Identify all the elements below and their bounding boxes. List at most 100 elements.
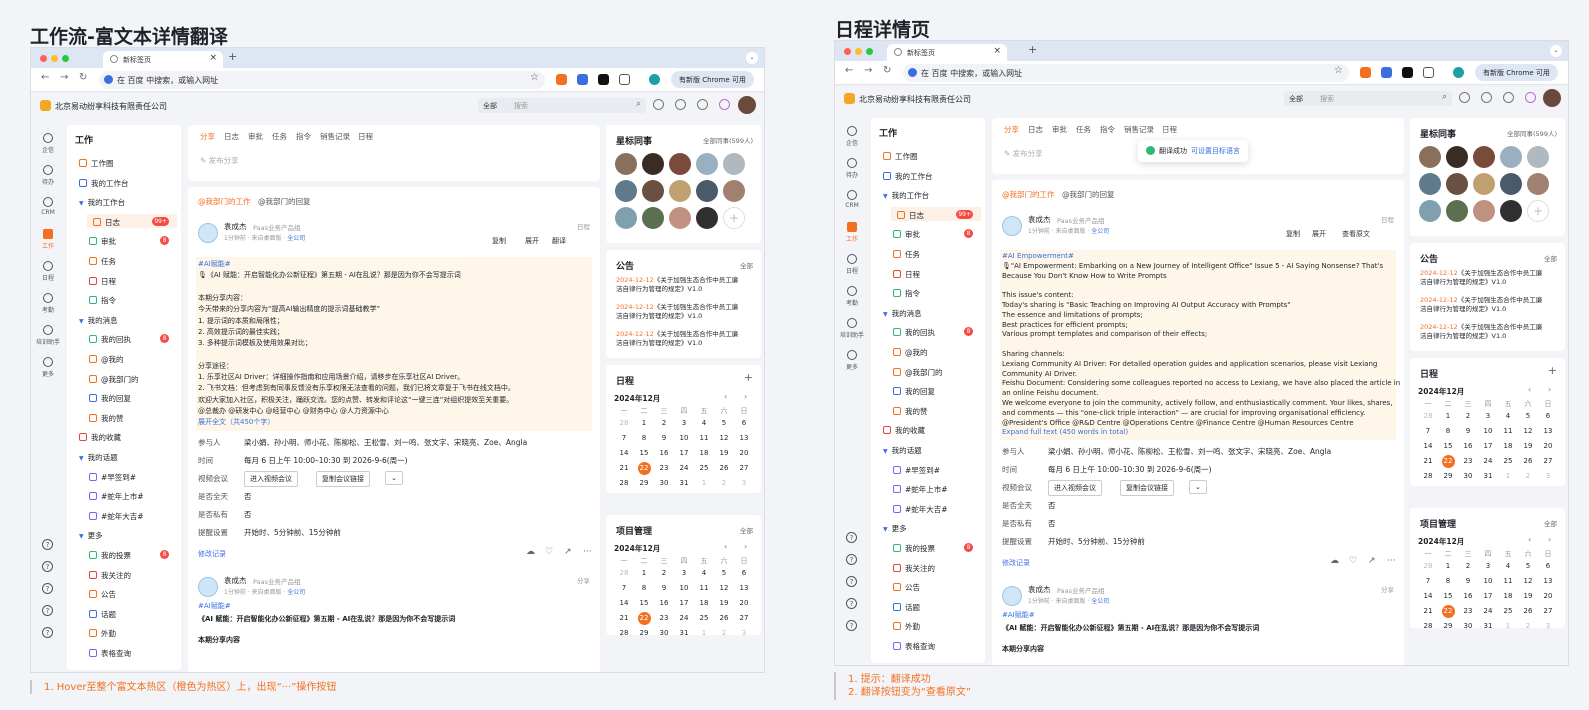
like-icon[interactable]: ♡ [545,547,553,557]
calendar-day[interactable]: 22 [1441,605,1455,618]
feed-tab-4[interactable]: 指令 [296,131,311,142]
add-colleague-button[interactable]: + [723,207,745,229]
notice-item[interactable]: 2024-12-12《关于加强生态合作中员工廉 洁自律行为管理的规定》V1.0 [616,276,756,294]
app-icon[interactable] [1525,92,1536,103]
help-icon[interactable]: ? [42,561,53,572]
new-chrome-button[interactable]: 有新版 Chrome 可用 [1475,64,1558,81]
calendar-day[interactable]: 3 [1478,562,1498,570]
post-author[interactable]: 袁成杰 [1028,584,1051,595]
side-nav-item[interactable]: 我的回复 [891,383,981,397]
filter-my-dept-work[interactable]: @我部门的工作 [198,196,251,207]
puzzle-icon[interactable] [619,74,630,85]
side-nav-item[interactable]: ▼ 我的话题 [881,442,981,456]
close-tab-icon[interactable]: × [993,46,1001,56]
notice-item[interactable]: 2024-12-12《关于加强生态合作中员工廉 洁自律行为管理的规定》V1.0 [616,303,756,321]
feed-tab-4[interactable]: 指令 [1100,124,1115,135]
calendar-day[interactable]: 18 [1498,442,1518,450]
calendar-day[interactable]: 25 [694,614,714,622]
copy-meeting-link-button[interactable]: 复制会议链接 [316,470,370,487]
colleague-avatar[interactable] [669,153,691,175]
calendar-day[interactable]: 5 [1518,412,1538,420]
side-nav-item[interactable]: 公告 [87,586,177,600]
browser-tab[interactable]: 新标签页 × [103,51,223,68]
side-nav-item[interactable]: #蛇年大吉# [87,508,177,522]
calendar-day[interactable]: 31 [1478,472,1498,480]
calendar-day[interactable]: 26 [1518,607,1538,615]
post-scope[interactable]: 全公司 [287,235,305,242]
filter-my-dept-work[interactable]: @我部门的工作 [1002,189,1055,200]
like-icon[interactable]: ♡ [1349,556,1357,566]
message-icon[interactable] [653,99,664,110]
tab-search-button[interactable]: ⌄ [1550,45,1562,57]
post-hashtag[interactable]: #AI赋能# [198,601,231,611]
expand-button[interactable]: 展开 [521,234,543,248]
calendar-day[interactable]: 14 [1418,592,1438,600]
next-month-icon[interactable]: › [744,542,747,551]
calendar-day[interactable]: 13 [1538,577,1558,585]
global-search[interactable]: 全部 搜索 ⌕ [478,98,646,113]
next-month-icon[interactable]: › [1548,535,1551,544]
side-nav-item[interactable]: 工作圈 [881,148,981,162]
translate-extension-icon[interactable] [577,74,588,85]
side-nav-item[interactable]: 我的赞 [891,403,981,417]
calendar-day[interactable]: 21 [614,614,634,622]
calendar-day[interactable]: 10 [1478,427,1498,435]
side-nav-item[interactable]: 审批 8 [891,226,981,240]
calendar-day[interactable]: 27 [1538,457,1558,465]
calendar-day[interactable]: 2 [1458,562,1478,570]
bookmark-star-icon[interactable]: ☆ [1334,65,1343,76]
side-nav-item[interactable]: 公告 [891,579,981,593]
calendar-day[interactable]: 12 [1518,427,1538,435]
calendar-day[interactable]: 18 [694,599,714,607]
side-nav-item[interactable]: 日志 99+ [87,213,177,228]
add-icon[interactable]: + [1548,364,1557,377]
feed-tab-0[interactable]: 分享 [200,131,215,142]
rich-text-line[interactable]: #AI Empowerment# [1002,252,1074,260]
calendar-day[interactable]: 9 [654,434,674,442]
colleague-avatar[interactable] [1419,200,1441,222]
back-icon[interactable]: ← [845,65,853,76]
calendar-day[interactable]: 1 [694,479,714,487]
bell-icon[interactable] [1481,92,1492,103]
rich-text-line[interactable]: 展开全文（共450个字） [198,417,274,427]
calendar-day[interactable]: 27 [734,614,754,622]
calendar-day[interactable]: 1 [634,569,654,577]
side-nav-item[interactable]: 我的回复 [87,390,177,404]
colleague-avatar[interactable] [642,180,664,202]
calendar-day[interactable]: 2 [1518,472,1538,480]
card-more-link[interactable]: 全部同事(599人) [703,135,753,145]
calendar-day[interactable]: 31 [674,479,694,487]
calendar-day[interactable]: 8 [634,584,654,592]
side-nav-item[interactable]: 审批 8 [87,233,177,247]
calendar-day[interactable]: 8 [1438,577,1458,585]
calendar-day[interactable]: 26 [714,614,734,622]
side-nav-item[interactable]: ▼ 我的消息 [881,305,981,319]
calendar-day[interactable]: 17 [674,449,694,457]
calendar-day[interactable]: 1 [634,419,654,427]
puzzle-icon[interactable] [1423,67,1434,78]
card-more-link[interactable]: 全部 [1544,518,1557,528]
side-nav-item[interactable]: #蛇年上市# [891,481,981,495]
calendar-day[interactable]: 16 [1458,442,1478,450]
calendar-day[interactable]: 6 [1538,562,1558,570]
search-icon[interactable]: ⌕ [636,99,641,109]
compose-input[interactable]: ✎ 发布分享 [1004,148,1043,159]
calendar-day[interactable]: 20 [734,449,754,457]
bookmark-star-icon[interactable]: ☆ [530,72,539,83]
extension-icon[interactable] [1402,67,1413,78]
side-nav-item[interactable]: ▼ 我的消息 [77,312,177,326]
calendar-day[interactable]: 4 [694,569,714,577]
calendar-day[interactable]: 3 [1538,472,1558,480]
colleague-avatar[interactable] [669,207,691,229]
calendar-day[interactable]: 12 [714,434,734,442]
colleague-avatar[interactable] [669,180,691,202]
new-tab-button[interactable]: + [228,50,237,63]
translate-extension-icon[interactable] [1381,67,1392,78]
notice-item[interactable]: 2024-12-12《关于加强生态合作中员工廉 洁自律行为管理的规定》V1.0 [1420,323,1560,341]
edit-record-link[interactable]: 修改记录 [1002,558,1030,568]
side-nav-item[interactable]: #蛇年大吉# [891,501,981,515]
calendar-day[interactable]: 26 [1518,457,1538,465]
calendar-day[interactable]: 24 [674,614,694,622]
calendar-day[interactable]: 31 [1478,622,1498,630]
calendar-day[interactable]: 2 [714,479,734,487]
